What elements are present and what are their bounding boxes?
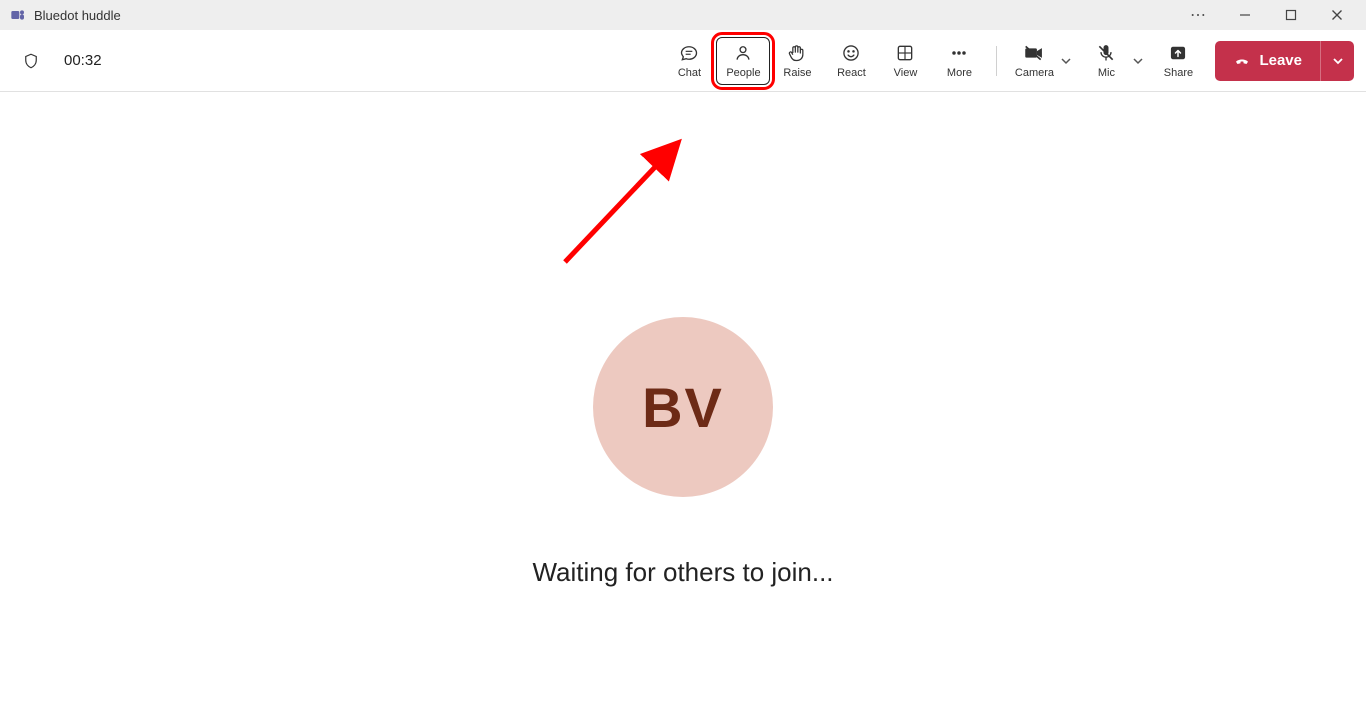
- share-label: Share: [1164, 67, 1193, 79]
- meeting-stage: BV Waiting for others to join...: [0, 92, 1366, 725]
- window-more-button[interactable]: ⋯: [1176, 0, 1222, 30]
- annotation-arrow: [555, 132, 695, 272]
- avatar-initials: BV: [642, 375, 724, 440]
- raise-hand-icon: [786, 42, 808, 64]
- raise-hand-button[interactable]: Raise: [770, 37, 824, 85]
- chat-label: Chat: [678, 67, 701, 79]
- leave-label: Leave: [1259, 52, 1302, 69]
- toolbar-divider: [996, 46, 997, 76]
- chat-button[interactable]: Chat: [662, 37, 716, 85]
- more-button[interactable]: More: [932, 37, 986, 85]
- mic-label: Mic: [1098, 67, 1115, 79]
- raise-label: Raise: [783, 67, 811, 79]
- more-label: More: [947, 67, 972, 79]
- people-icon: [732, 42, 754, 64]
- react-icon: [840, 42, 862, 64]
- teams-app-icon: [10, 7, 26, 23]
- share-button[interactable]: Share: [1151, 37, 1205, 85]
- window-close-button[interactable]: [1314, 0, 1360, 30]
- view-icon: [894, 42, 916, 64]
- more-icon: [948, 42, 970, 64]
- window-title: Bluedot huddle: [34, 8, 121, 23]
- leave-button[interactable]: Leave: [1215, 41, 1320, 81]
- window-minimize-button[interactable]: [1222, 0, 1268, 30]
- camera-chevron[interactable]: [1059, 55, 1073, 67]
- react-label: React: [837, 67, 866, 79]
- waiting-text: Waiting for others to join...: [532, 557, 833, 588]
- view-button[interactable]: View: [878, 37, 932, 85]
- view-label: View: [894, 67, 918, 79]
- camera-off-icon: [1023, 42, 1045, 64]
- people-label: People: [726, 67, 760, 79]
- mic-button[interactable]: Mic: [1079, 37, 1133, 85]
- shield-icon[interactable]: [22, 52, 40, 70]
- camera-label: Camera: [1015, 67, 1054, 79]
- call-timer: 00:32: [64, 52, 102, 69]
- participant-avatar: BV: [593, 317, 773, 497]
- people-button[interactable]: People: [716, 37, 770, 85]
- camera-button[interactable]: Camera: [1007, 37, 1061, 85]
- window-maximize-button[interactable]: [1268, 0, 1314, 30]
- mic-chevron[interactable]: [1131, 55, 1145, 67]
- react-button[interactable]: React: [824, 37, 878, 85]
- chat-icon: [678, 42, 700, 64]
- leave-chevron[interactable]: [1320, 41, 1354, 81]
- window-title-bar: Bluedot huddle ⋯: [0, 0, 1366, 30]
- mic-off-icon: [1095, 42, 1117, 64]
- share-icon: [1167, 42, 1189, 64]
- meeting-toolbar: 00:32 Chat People Raise: [0, 30, 1366, 92]
